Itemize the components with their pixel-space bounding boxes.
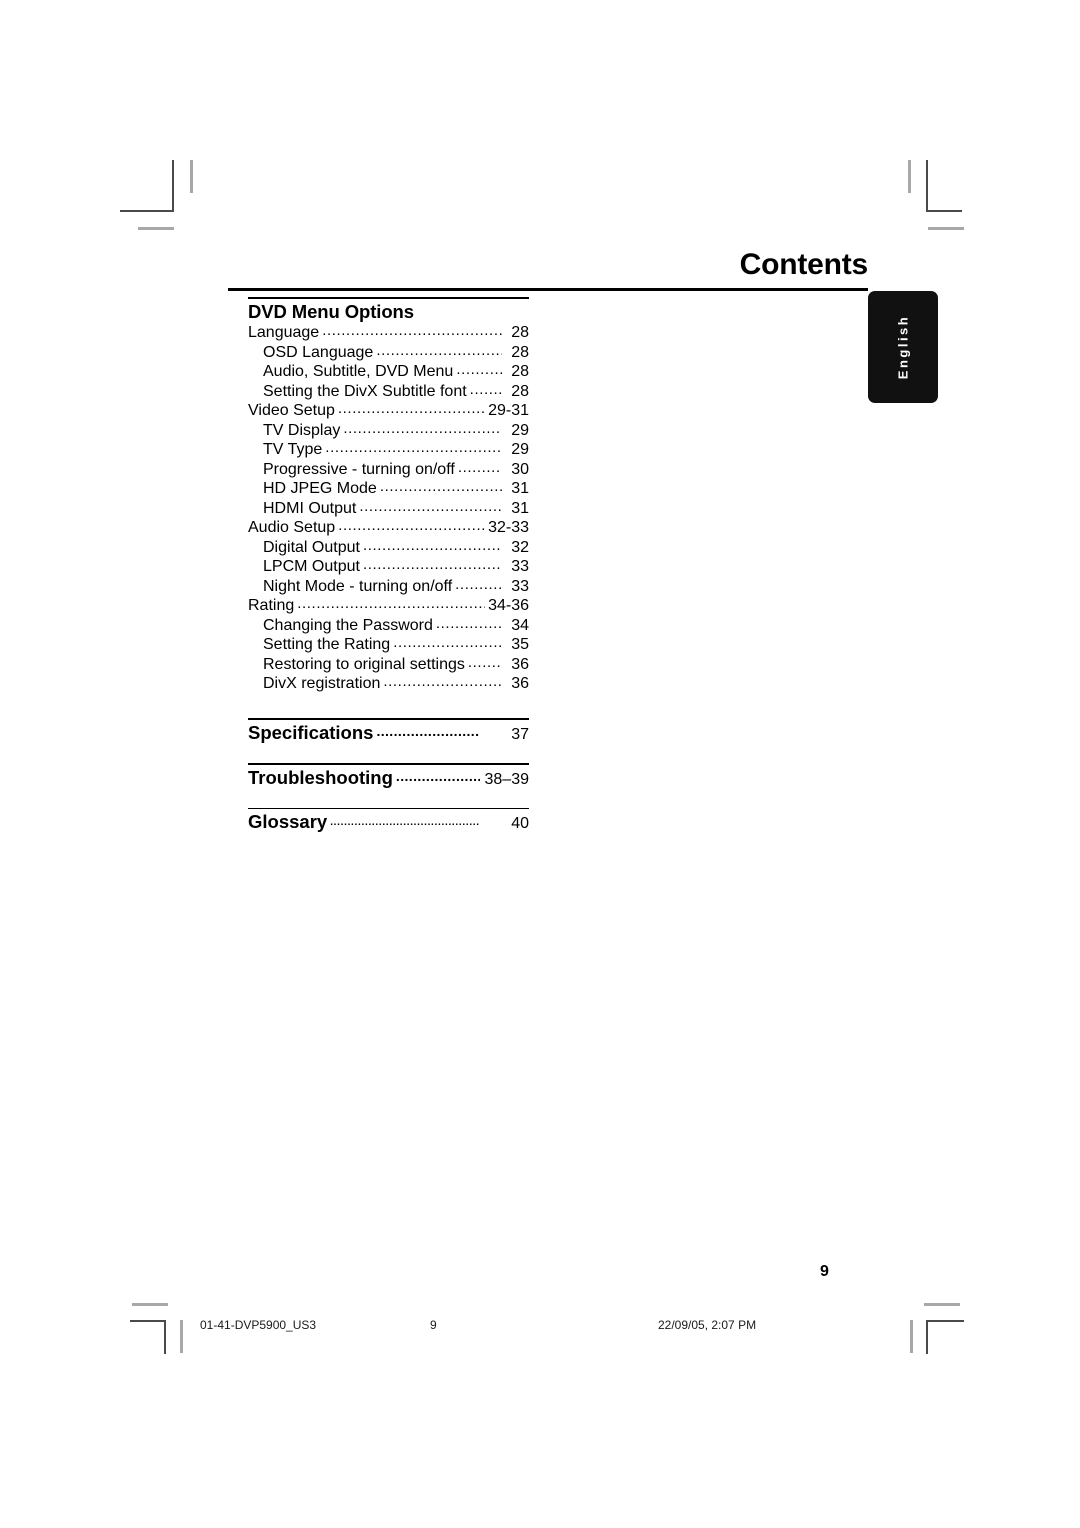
toc-entry-page: 38–39 bbox=[484, 770, 530, 788]
toc-entry-specifications[interactable]: Specifications 37 bbox=[248, 720, 529, 748]
footer-filename: 01-41-DVP5900_US3 bbox=[200, 1318, 317, 1332]
section-heading-dvd-menu-options: DVD Menu Options bbox=[248, 301, 414, 322]
leader-dots bbox=[456, 360, 502, 380]
leader-dots bbox=[393, 633, 502, 653]
toc-entry-page: 36 bbox=[511, 655, 529, 673]
toc-entry-page: 33 bbox=[511, 558, 529, 575]
toc-entry-label: Glossary bbox=[248, 811, 328, 832]
toc-entry-page: 31 bbox=[511, 499, 529, 517]
toc-entry-glossary[interactable]: Glossary 40 bbox=[248, 809, 529, 839]
toc-entry-label: Troubleshooting bbox=[248, 766, 393, 788]
toc-entry-label: Video Setup bbox=[248, 402, 335, 419]
toc-entry-label: DivX registration bbox=[263, 675, 381, 692]
toc-entry-page: 28 bbox=[511, 343, 529, 361]
leader-dots bbox=[363, 555, 502, 575]
toc-entry-page: 28 bbox=[511, 363, 529, 380]
page-title: Contents bbox=[739, 248, 869, 281]
footer-page-number: 9 bbox=[430, 1318, 437, 1332]
toc-entry-page: 31 bbox=[511, 480, 529, 497]
leader-dots bbox=[322, 321, 502, 341]
leader-dots bbox=[338, 516, 485, 536]
toc-entry-page: 30 bbox=[511, 460, 529, 478]
toc-entry-page: 28 bbox=[511, 324, 529, 341]
toc-entry-page: 29 bbox=[511, 421, 529, 439]
crop-mark-top-right bbox=[890, 160, 1010, 260]
toc-entry-label: Digital Output bbox=[263, 538, 360, 556]
toc-entry-label: Specifications bbox=[248, 721, 374, 743]
crop-mark-top-left bbox=[120, 160, 240, 260]
toc-entry-label: Setting the Rating bbox=[263, 636, 391, 653]
leader-dots bbox=[338, 399, 485, 419]
leader-dots bbox=[380, 477, 502, 497]
toc-entry-page: 36 bbox=[511, 675, 529, 692]
toc-entry-page: 37 bbox=[511, 725, 529, 743]
toc-entry-page: 40 bbox=[511, 815, 529, 832]
toc-entry-label: Rating bbox=[248, 597, 295, 614]
toc-entry-label: TV Type bbox=[263, 441, 323, 458]
toc-entry-label: Audio, Subtitle, DVD Menu bbox=[263, 363, 454, 380]
toc-entry-page: 34 bbox=[511, 616, 529, 634]
leader-dots bbox=[468, 653, 502, 673]
leader-dots bbox=[363, 536, 502, 556]
leader-dots bbox=[455, 575, 502, 595]
leader-dots bbox=[330, 810, 480, 836]
leader-dots bbox=[297, 594, 485, 614]
leader-dots bbox=[396, 763, 480, 789]
toc-entry-label: LPCM Output bbox=[263, 558, 360, 575]
leader-dots bbox=[436, 614, 502, 634]
leader-dots bbox=[376, 341, 502, 361]
toc-entry-page: 35 bbox=[511, 636, 529, 653]
table-of-contents: DVD Menu Options Language 28 OSD Language 2… bbox=[248, 297, 529, 839]
leader-dots bbox=[458, 458, 502, 478]
leader-dots bbox=[376, 718, 480, 744]
crop-mark-bottom-right bbox=[890, 1300, 1010, 1410]
leader-dots bbox=[359, 497, 502, 517]
toc-entry-page: 29 bbox=[511, 441, 529, 458]
toc-entry-label: Audio Setup bbox=[248, 519, 336, 536]
footer-timestamp: 22/09/05, 2:07 PM bbox=[658, 1318, 757, 1332]
toc-entry-label: OSD Language bbox=[263, 343, 374, 361]
toc-entry-list: Language 28 OSD Language 28 Audio, Subtitle,… bbox=[248, 323, 529, 694]
crop-mark-bottom-left bbox=[120, 1300, 240, 1410]
leader-dots bbox=[325, 438, 502, 458]
leader-dots bbox=[343, 419, 502, 439]
toc-entry-page: 28 bbox=[511, 382, 529, 400]
page-number: 9 bbox=[820, 1263, 829, 1280]
toc-entry-page: 33 bbox=[511, 577, 529, 595]
language-tab-english: English bbox=[868, 291, 938, 403]
toc-entry[interactable]: DivX registration 36 bbox=[248, 674, 529, 694]
leader-dots bbox=[470, 380, 502, 400]
toc-entry-troubleshooting[interactable]: Troubleshooting 38–39 bbox=[248, 765, 529, 793]
toc-entry-label: Language bbox=[248, 324, 320, 341]
toc-entry-page: 32 bbox=[511, 538, 529, 556]
header-divider bbox=[228, 288, 868, 291]
language-tab-label: English bbox=[895, 314, 911, 380]
leader-dots bbox=[383, 672, 502, 692]
